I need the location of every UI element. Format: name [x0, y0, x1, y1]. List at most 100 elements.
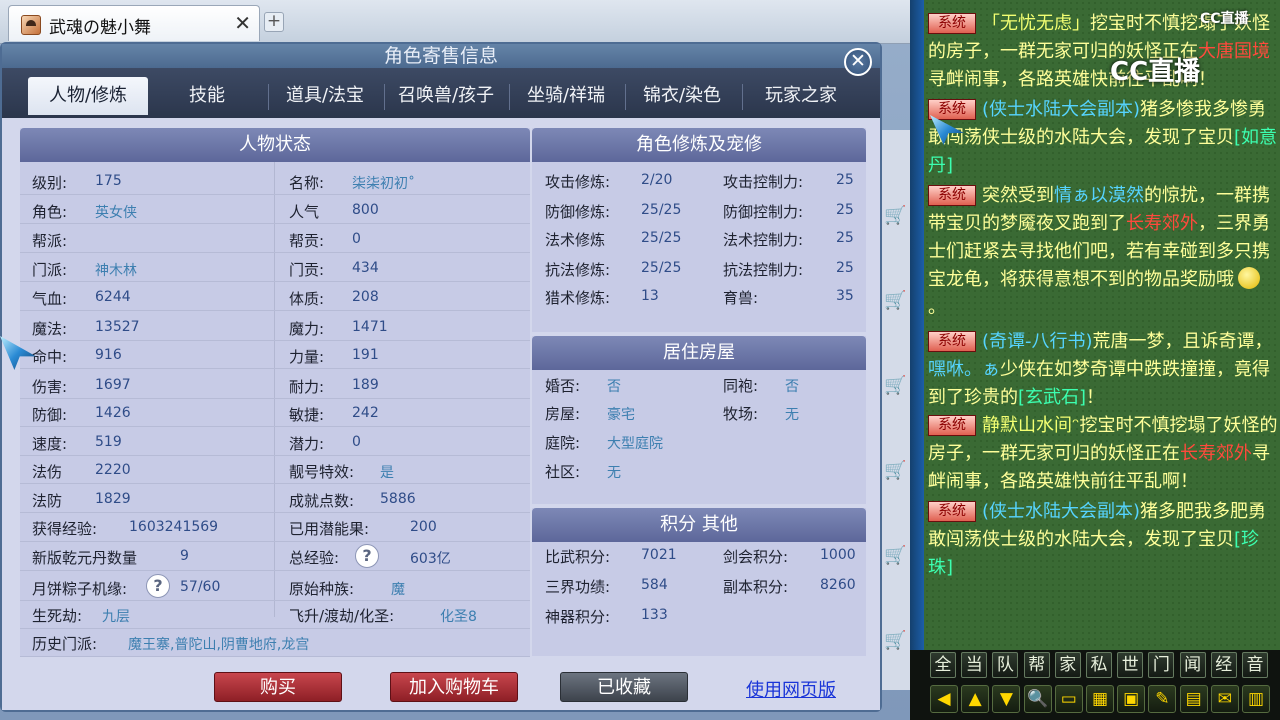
row-divider	[20, 570, 530, 571]
life-tribulation-label: 生死劫:	[32, 607, 83, 625]
stat-value: 242	[352, 405, 379, 421]
new-tab-button[interactable]: +	[264, 12, 284, 32]
close-tab-icon[interactable]: ✕	[234, 11, 251, 35]
cultivation-value: 25/25	[641, 202, 682, 218]
stat-value: 175	[95, 173, 122, 189]
stat-label: 敏捷:	[289, 406, 325, 424]
chat-text: [玄武石]	[1018, 387, 1087, 408]
points-label: 三界功绩:	[545, 578, 611, 596]
browser-tab-bar: 武魂の魅小舞 ✕ +	[0, 0, 910, 44]
exp-label: 获得经验:	[32, 520, 98, 538]
grid-icon[interactable]: ▦	[1086, 685, 1114, 713]
arrow-down-icon[interactable]: ▼	[992, 685, 1021, 713]
channel-button[interactable]: 世	[1117, 652, 1144, 678]
stat-value: 1426	[95, 405, 131, 421]
cart-icon[interactable]: 🛒	[884, 205, 906, 227]
control-label: 攻击控制力:	[723, 173, 804, 191]
chat-message: 系统 突然受到情ぁ以漠然的惊扰，一群携带宝贝的梦魇夜叉跑到了长寿郊外，三界勇士们赶…	[928, 182, 1278, 322]
cart-icon[interactable]: 🛒	[884, 460, 906, 482]
help-icon[interactable]: ?	[146, 574, 170, 598]
search-icon[interactable]: 🔍	[1023, 685, 1052, 713]
row-divider	[20, 656, 530, 657]
help-icon[interactable]: ?	[355, 544, 379, 568]
chat-text: ！	[1086, 387, 1105, 408]
stat-label: 伤害:	[32, 378, 68, 396]
stat-label: 法伤	[32, 463, 63, 481]
lock-icon[interactable]: ▣	[1117, 685, 1146, 713]
stat-value: 是	[380, 465, 394, 481]
arrow-up-icon[interactable]: ▲	[961, 685, 990, 713]
tab-pets-children[interactable]: 召唤兽/孩子	[386, 77, 506, 115]
tab-items-treasures[interactable]: 道具/法宝	[270, 77, 380, 115]
close-dialog-icon[interactable]: ✕	[844, 48, 872, 76]
add-to-cart-button[interactable]: 加入购物车	[390, 672, 518, 702]
points-value: 584	[641, 577, 668, 593]
row-divider	[20, 340, 530, 341]
row-divider	[20, 512, 530, 513]
buy-button[interactable]: 购买	[214, 672, 342, 702]
chat-text: 「无忧无虑」	[982, 13, 1090, 34]
chat-text: 。	[928, 297, 946, 318]
column-divider	[274, 162, 275, 617]
arrow-left-icon[interactable]: ◀	[930, 685, 958, 713]
race-value: 魔	[391, 582, 405, 598]
row-divider	[20, 628, 530, 629]
screen: { "browser": {"tab_title": "武魂の魅小舞", "cl…	[0, 0, 1280, 720]
collected-button[interactable]: 已收藏	[560, 672, 688, 702]
channel-button[interactable]: 闻	[1179, 652, 1206, 678]
stat-label: 速度:	[32, 435, 68, 453]
browser-tab-title: 武魂の魅小舞	[49, 18, 151, 38]
browser-tab[interactable]: 武魂の魅小舞 ✕	[8, 5, 260, 41]
channel-button[interactable]: 帮	[1023, 652, 1050, 678]
channel-button[interactable]: 私	[1086, 652, 1112, 678]
channel-button[interactable]: 当	[961, 652, 988, 678]
row-divider	[20, 426, 530, 427]
panel-header: 积分 其他	[532, 508, 866, 542]
potential-fruit-label: 已用潜能果:	[289, 520, 370, 538]
channel-button[interactable]: 经	[1210, 652, 1237, 678]
channel-button[interactable]: 音	[1242, 652, 1268, 678]
cart-icon[interactable]: 🛒	[884, 290, 906, 312]
points-label: 副本积分:	[723, 578, 789, 596]
total-exp-label: 总经验:	[289, 549, 340, 567]
tab-player-home[interactable]: 玩家之家	[744, 77, 858, 115]
stat-value: 189	[352, 377, 379, 393]
stat-label: 耐力:	[289, 378, 325, 396]
dialog-tab-bar: 人物/修炼 技能 道具/法宝 召唤兽/孩子 坐骑/祥瑞 锦衣/染色 玩家之家	[2, 68, 880, 118]
channel-button[interactable]: 家	[1054, 652, 1081, 678]
cultivation-value: 13	[641, 288, 659, 304]
cart-icon[interactable]: 🛒	[884, 630, 906, 652]
stat-label: 防御:	[32, 406, 68, 424]
tab-skills[interactable]: 技能	[152, 77, 262, 115]
stat-label: 法防	[32, 492, 63, 510]
screen-icon[interactable]: ▥	[1242, 685, 1270, 713]
potential-fruit-value: 200	[410, 519, 437, 535]
points-value: 8260	[820, 577, 856, 593]
web-version-link[interactable]: 使用网页版	[746, 676, 836, 702]
control-value: 25	[836, 230, 854, 246]
channel-button[interactable]: 队	[992, 652, 1019, 678]
tab-mounts[interactable]: 坐骑/祥瑞	[511, 77, 621, 115]
race-label: 原始种族:	[289, 580, 355, 598]
zongzi-label: 月饼粽子机缘:	[32, 580, 128, 598]
channel-button[interactable]: 全	[930, 652, 956, 678]
tab-outfits[interactable]: 锦衣/染色	[627, 77, 737, 115]
channel-button[interactable]: 门	[1148, 652, 1175, 678]
control-value: 25	[836, 202, 854, 218]
cart-icon[interactable]: 🛒	[884, 375, 906, 397]
house-panel: 居住房屋	[532, 336, 866, 504]
tab-divider	[625, 84, 626, 110]
stat-value: 800	[352, 202, 379, 218]
chat-bubble-icon[interactable]: ✉	[1210, 685, 1239, 713]
system-badge: 系统	[928, 185, 976, 206]
cart-icon[interactable]: 🛒	[884, 545, 906, 567]
copy-icon[interactable]: ▤	[1179, 685, 1208, 713]
cultivation-value: 25/25	[641, 260, 682, 276]
stat-value: 191	[352, 347, 379, 363]
brush-icon[interactable]: ✎	[1148, 685, 1177, 713]
stat-value: 208	[352, 289, 379, 305]
tab-character-cultivation[interactable]: 人物/修炼	[28, 77, 148, 115]
tab-divider	[509, 84, 510, 110]
stat-label: 人气	[289, 203, 320, 221]
card-icon[interactable]: ▭	[1054, 685, 1083, 713]
